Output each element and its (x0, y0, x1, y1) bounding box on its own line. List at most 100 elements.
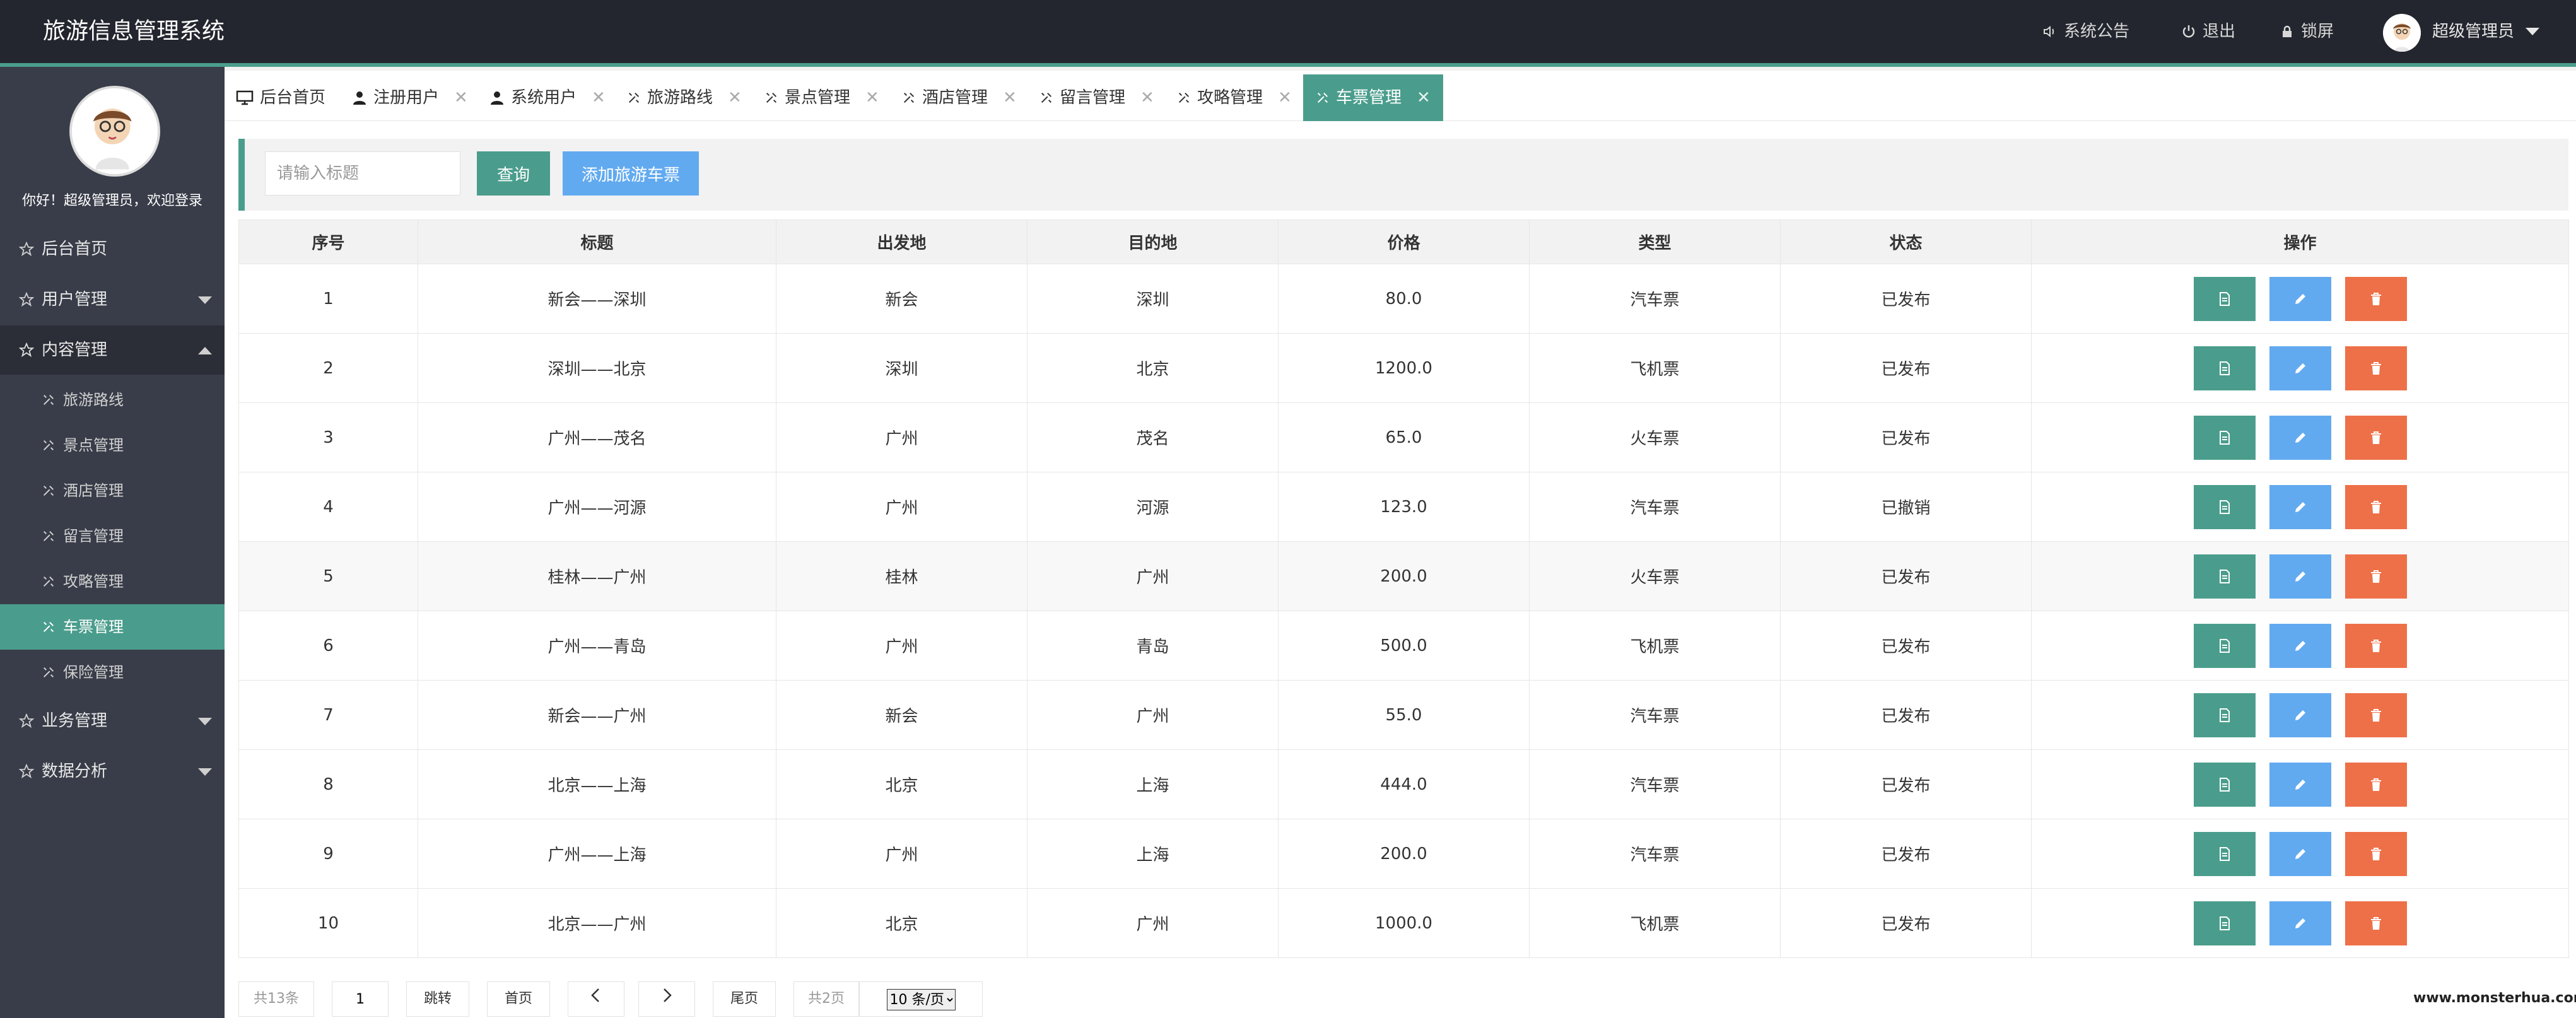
close-icon[interactable]: ✕ (1140, 74, 1154, 121)
tab-hotels[interactable]: 酒店管理 ✕ (902, 74, 1017, 121)
delete-button[interactable] (2345, 762, 2407, 807)
edit-button[interactable] (2269, 554, 2331, 599)
prev-page-button[interactable] (568, 981, 624, 1017)
tab-travel-routes[interactable]: 旅游路线 ✕ (627, 74, 742, 121)
tab-scenic-spots[interactable]: 景点管理 ✕ (764, 74, 879, 121)
sidebar-item-messages[interactable]: 留言管理 (0, 513, 225, 559)
view-button[interactable] (2193, 693, 2256, 737)
document-icon (2219, 846, 2230, 861)
close-icon[interactable]: ✕ (1003, 74, 1017, 121)
jump-button[interactable]: 跳转 (406, 981, 469, 1017)
last-page-button[interactable]: 尾页 (713, 981, 776, 1017)
pencil-icon (2295, 710, 2305, 720)
star-icon (19, 342, 34, 358)
tab-messages[interactable]: 留言管理 ✕ (1039, 74, 1154, 121)
tab-guides[interactable]: 攻略管理 ✕ (1177, 74, 1292, 121)
view-button[interactable] (2193, 554, 2256, 599)
user-avatar[interactable] (2383, 14, 2421, 52)
nav-content-management[interactable]: 内容管理 (0, 325, 225, 375)
edit-button[interactable] (2269, 693, 2331, 737)
nav-dashboard[interactable]: 后台首页 (0, 225, 225, 274)
page-number-input[interactable] (332, 981, 389, 1017)
delete-button[interactable] (2345, 276, 2407, 321)
trash-icon (2370, 639, 2381, 652)
close-icon[interactable]: ✕ (865, 74, 879, 121)
view-button[interactable] (2193, 831, 2256, 876)
edit-button[interactable] (2269, 901, 2331, 945)
edit-button[interactable] (2269, 762, 2331, 807)
delete-button[interactable] (2345, 901, 2407, 945)
document-icon (2219, 291, 2230, 306)
delete-button[interactable] (2345, 623, 2407, 668)
user-menu-caret-icon[interactable] (2526, 28, 2539, 35)
tab-registered-users[interactable]: 注册用户 ✕ (352, 74, 468, 121)
view-button[interactable] (2193, 415, 2256, 460)
view-button[interactable] (2193, 346, 2256, 390)
cell-price: 200.0 (1278, 819, 1530, 889)
logout-link[interactable]: 退出 (2181, 19, 2235, 44)
sidebar-item-insurance[interactable]: 保险管理 (0, 650, 225, 695)
tab-tickets[interactable]: 车票管理 ✕ (1303, 74, 1443, 121)
query-button[interactable]: 查询 (477, 151, 550, 196)
edit-button[interactable] (2269, 276, 2331, 321)
document-icon (2219, 777, 2230, 792)
edit-button[interactable] (2269, 346, 2331, 390)
delete-button[interactable] (2345, 831, 2407, 876)
chevron-up-icon (198, 347, 212, 354)
tab-dashboard[interactable]: 后台首页 (236, 74, 325, 121)
table-row: 1 新会——深圳 新会 深圳 80.0 汽车票 已发布 (238, 264, 2569, 334)
trash-icon (2370, 500, 2381, 513)
lock-screen-link[interactable]: 锁屏 (2280, 19, 2334, 44)
view-button[interactable] (2193, 484, 2256, 529)
edit-button[interactable] (2269, 623, 2331, 668)
cell-destination: 茂名 (1027, 402, 1279, 472)
view-button[interactable] (2193, 276, 2256, 321)
close-icon[interactable]: ✕ (592, 74, 606, 121)
edit-button[interactable] (2269, 415, 2331, 460)
sidebar-item-label: 车票管理 (63, 618, 124, 636)
sidebar-item-guides[interactable]: 攻略管理 (0, 559, 225, 604)
close-icon[interactable]: ✕ (454, 74, 468, 121)
cell-title: 新会——深圳 (418, 264, 776, 334)
close-icon[interactable]: ✕ (1278, 74, 1292, 121)
cell-status: 已发布 (1780, 264, 2032, 334)
document-icon (2219, 708, 2230, 722)
next-page-button[interactable] (638, 981, 695, 1017)
sidebar-item-scenic-spots[interactable]: 景点管理 (0, 423, 225, 468)
close-icon[interactable]: ✕ (1417, 74, 1431, 121)
add-ticket-button[interactable]: 添加旅游车票 (563, 151, 699, 196)
pencil-icon (2295, 293, 2305, 304)
total-pages: 共2页 (793, 981, 859, 1017)
nav-data-analysis[interactable]: 数据分析 (0, 747, 225, 796)
user-name[interactable]: 超级管理员 (2432, 19, 2514, 44)
page-size-select[interactable]: 10 条/页 (886, 989, 956, 1010)
cell-index: 10 (238, 888, 418, 958)
system-notice-link[interactable]: 系统公告 (2042, 19, 2129, 44)
nav-business-management[interactable]: 业务管理 (0, 696, 225, 746)
view-button[interactable] (2193, 762, 2256, 807)
sidebar-item-tickets[interactable]: 车票管理 (0, 604, 225, 650)
nav-user-management[interactable]: 用户管理 (0, 275, 225, 324)
document-icon (2219, 916, 2230, 930)
view-button[interactable] (2193, 901, 2256, 945)
pagination: 共13条 跳转 首页 尾页 共2页 10 条/页 (238, 981, 983, 1017)
delete-button[interactable] (2345, 415, 2407, 460)
search-input[interactable] (265, 151, 460, 196)
delete-button[interactable] (2345, 484, 2407, 529)
view-button[interactable] (2193, 623, 2256, 668)
edit-button[interactable] (2269, 484, 2331, 529)
sidebar-item-travel-routes[interactable]: 旅游路线 (0, 377, 225, 423)
cell-status: 已发布 (1780, 541, 2032, 611)
star-icon (19, 713, 34, 728)
delete-button[interactable] (2345, 693, 2407, 737)
tab-system-users[interactable]: 系统用户 ✕ (489, 74, 606, 121)
close-icon[interactable]: ✕ (728, 74, 742, 121)
delete-button[interactable] (2345, 554, 2407, 599)
cell-actions (2031, 402, 2569, 472)
sidebar-item-hotels[interactable]: 酒店管理 (0, 468, 225, 513)
cell-actions (2031, 749, 2569, 819)
edit-button[interactable] (2269, 831, 2331, 876)
trash-icon (2370, 708, 2381, 722)
first-page-button[interactable]: 首页 (487, 981, 550, 1017)
delete-button[interactable] (2345, 346, 2407, 390)
